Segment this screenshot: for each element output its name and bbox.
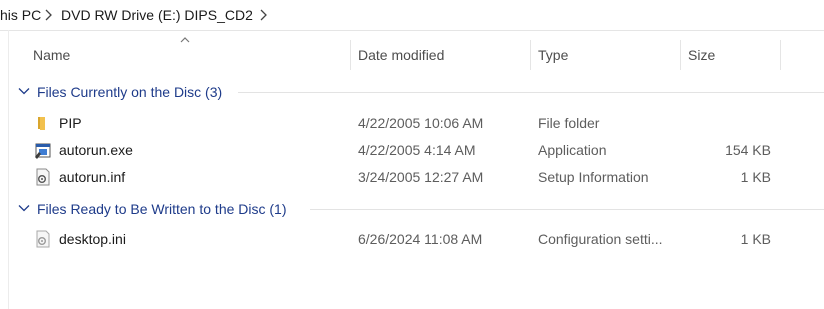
file-type: File folder — [538, 115, 600, 131]
file-size: 1 KB — [740, 169, 771, 185]
group-header-ready-files[interactable]: Files Ready to Be Written to the Disc (1… — [18, 199, 824, 219]
breadcrumb[interactable]: his PC DVD RW Drive (E:) DIPS_CD2 — [0, 0, 824, 31]
group-header-current-files[interactable]: Files Currently on the Disc (3) — [18, 82, 824, 102]
file-date-modified: 4/22/2005 10:06 AM — [358, 115, 484, 131]
file-size: 1 KB — [740, 231, 771, 247]
config-file-icon — [36, 230, 50, 248]
column-header-date-modified[interactable]: Date modified — [358, 46, 444, 64]
chevron-right-icon[interactable] — [258, 8, 270, 22]
file-type: Configuration setti... — [538, 231, 663, 247]
breadcrumb-item-dvd-drive[interactable]: DVD RW Drive (E:) DIPS_CD2 — [61, 6, 253, 24]
column-divider[interactable] — [350, 40, 351, 70]
chevron-down-icon[interactable] — [18, 204, 30, 212]
column-header-type[interactable]: Type — [538, 46, 568, 64]
column-header-row: Name Date modified Type Size — [9, 30, 824, 72]
file-row-autorun-exe[interactable]: autorun.exe 4/22/2005 4:14 AM Applicatio… — [9, 136, 824, 163]
group-title: Files Currently on the Disc (3) — [37, 84, 223, 100]
column-divider[interactable] — [530, 40, 531, 70]
file-date-modified: 4/22/2005 4:14 AM — [358, 142, 476, 158]
file-name[interactable]: desktop.ini — [59, 230, 126, 248]
folder-icon — [38, 117, 45, 130]
file-name[interactable]: autorun.exe — [59, 141, 133, 159]
file-row-pip[interactable]: PIP 4/22/2005 10:06 AM File folder — [9, 109, 824, 136]
application-icon — [35, 143, 51, 159]
file-date-modified: 3/24/2005 12:27 AM — [358, 169, 484, 185]
column-header-size[interactable]: Size — [688, 46, 715, 64]
file-type: Application — [538, 142, 607, 158]
column-header-name[interactable]: Name — [33, 46, 70, 64]
chevron-right-icon[interactable] — [43, 8, 55, 22]
setup-info-file-icon — [36, 168, 50, 186]
file-row-desktop-ini[interactable]: desktop.ini 6/26/2024 11:08 AM Configura… — [9, 225, 824, 252]
group-separator-line — [310, 209, 824, 210]
chevron-down-icon[interactable] — [18, 87, 30, 95]
column-divider[interactable] — [680, 40, 681, 70]
column-divider[interactable] — [780, 40, 781, 70]
file-size: 154 KB — [725, 142, 771, 158]
file-name[interactable]: autorun.inf — [59, 168, 125, 186]
file-type: Setup Information — [538, 169, 649, 185]
file-date-modified: 6/26/2024 11:08 AM — [358, 231, 483, 247]
sort-ascending-icon — [180, 37, 190, 43]
file-row-autorun-inf[interactable]: autorun.inf 3/24/2005 12:27 AM Setup Inf… — [9, 163, 824, 190]
file-name[interactable]: PIP — [59, 114, 82, 132]
group-separator-line — [238, 92, 824, 93]
group-title: Files Ready to Be Written to the Disc (1… — [37, 201, 287, 217]
breadcrumb-item-this-pc[interactable]: his PC — [0, 6, 41, 24]
